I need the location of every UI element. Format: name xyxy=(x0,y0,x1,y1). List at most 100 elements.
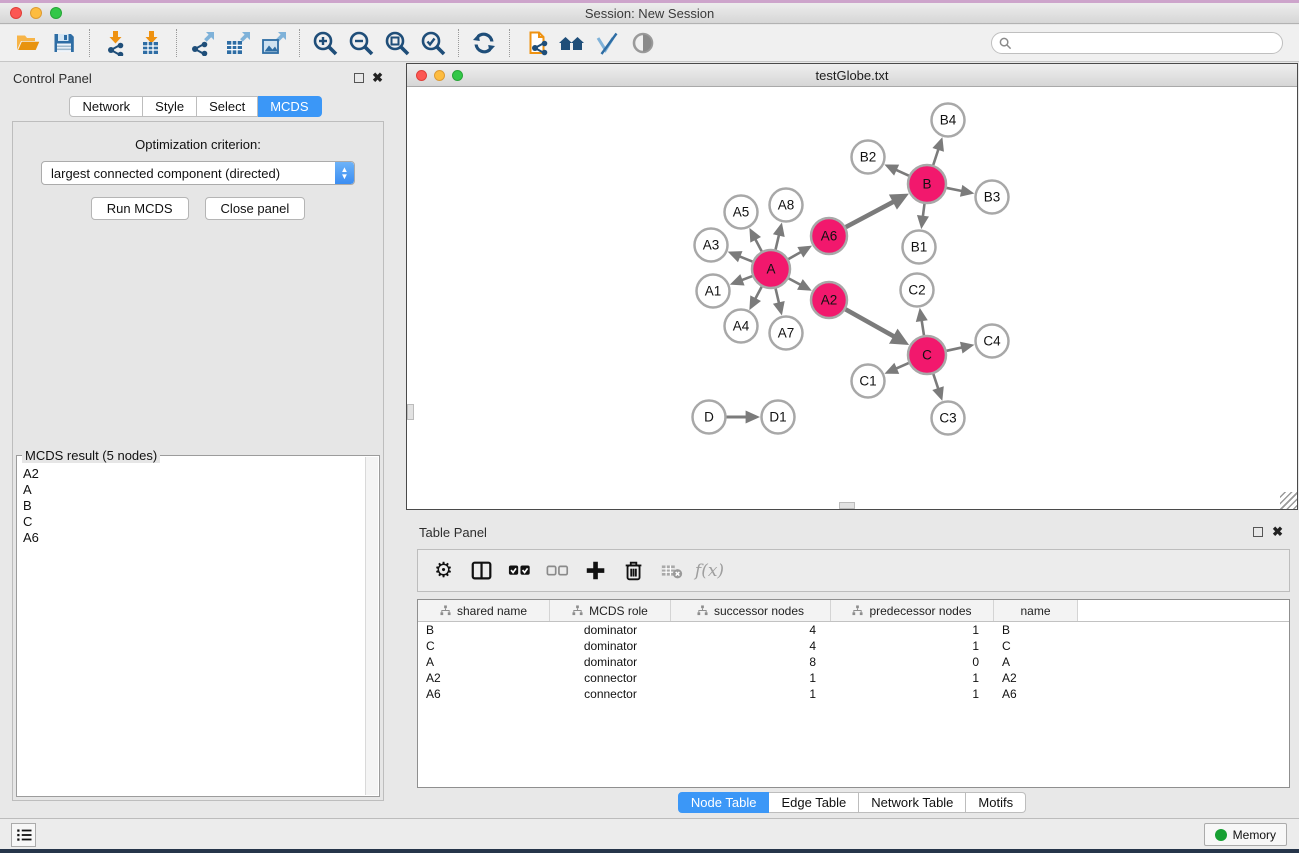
table-row[interactable]: A2connector11A2 xyxy=(418,670,1289,686)
tab-motifs[interactable]: Motifs xyxy=(966,792,1026,813)
mcds-result-item[interactable]: A2 xyxy=(18,466,365,482)
table-cell[interactable]: dominator xyxy=(550,639,671,653)
table-cell[interactable]: 0 xyxy=(831,655,994,669)
graph-node-A2[interactable]: A2 xyxy=(811,282,847,318)
mcds-result-item[interactable]: A xyxy=(18,482,365,498)
mcds-result-item[interactable]: A6 xyxy=(18,530,365,546)
graph-edge-A-A1[interactable] xyxy=(730,274,755,285)
graph-edge-A2-C[interactable] xyxy=(843,308,909,345)
table-cell[interactable]: A2 xyxy=(994,671,1078,685)
result-scrollbar[interactable] xyxy=(365,457,378,795)
graph-edge-A6-B[interactable] xyxy=(843,194,909,229)
table-cell[interactable]: dominator xyxy=(550,655,671,669)
zoom-selected-icon[interactable] xyxy=(415,28,451,58)
table-row[interactable]: A6connector11A6 xyxy=(418,686,1289,702)
add-column-icon[interactable] xyxy=(580,557,611,585)
graph-edge-D-D1[interactable] xyxy=(724,410,761,423)
graph-node-C[interactable]: C xyxy=(908,336,946,374)
column-header-shared-name[interactable]: shared name xyxy=(418,600,550,621)
zoom-out-icon[interactable] xyxy=(343,28,379,58)
graph-edge-A-A2[interactable] xyxy=(786,277,812,291)
table-cell[interactable]: A xyxy=(994,655,1078,669)
select-all-columns-icon[interactable] xyxy=(504,557,535,585)
graph-node-B[interactable]: B xyxy=(908,165,946,203)
export-table-icon[interactable] xyxy=(220,28,256,58)
tab-select[interactable]: Select xyxy=(197,96,258,117)
float-panel-icon[interactable] xyxy=(354,73,364,83)
graph-edge-B-B3[interactable] xyxy=(944,185,975,197)
table-cell[interactable]: A2 xyxy=(418,671,550,685)
table-cell[interactable]: 4 xyxy=(671,623,831,637)
graph-node-D1[interactable]: D1 xyxy=(762,401,795,434)
close-panel-icon[interactable]: ✖ xyxy=(372,72,383,84)
table-cell[interactable]: connector xyxy=(550,687,671,701)
left-toolbar-handle[interactable] xyxy=(407,404,414,420)
column-view-icon[interactable] xyxy=(466,557,497,585)
graph-node-A7[interactable]: A7 xyxy=(770,317,803,350)
table-cell[interactable]: 1 xyxy=(831,639,994,653)
table-cell[interactable]: 1 xyxy=(831,671,994,685)
graph-edge-C-C1[interactable] xyxy=(884,362,911,374)
table-cell[interactable]: C xyxy=(994,639,1078,653)
table-cell[interactable]: connector xyxy=(550,671,671,685)
network-close-button[interactable] xyxy=(416,70,427,81)
task-history-button[interactable] xyxy=(11,823,36,847)
export-network-icon[interactable] xyxy=(184,28,220,58)
minimize-window-button[interactable] xyxy=(30,7,42,19)
graph-edge-A-A8[interactable] xyxy=(773,223,785,253)
graph-edge-A-A4[interactable] xyxy=(749,284,763,310)
column-header-predecessor-nodes[interactable]: predecessor nodes xyxy=(831,600,994,621)
graph-node-D[interactable]: D xyxy=(693,401,726,434)
export-image-icon[interactable] xyxy=(256,28,292,58)
zoom-window-button[interactable] xyxy=(50,7,62,19)
import-table-icon[interactable] xyxy=(133,28,169,58)
graph-node-A4[interactable]: A4 xyxy=(725,310,758,343)
graph-node-C4[interactable]: C4 xyxy=(976,325,1009,358)
tab-network-table[interactable]: Network Table xyxy=(859,792,966,813)
network-canvas[interactable]: AA1A2A3A4A5A6A7A8BB1B2B3B4CC1C2C3C4DD1 xyxy=(407,87,1297,509)
criterion-select[interactable]: largest connected component (directed) ▲… xyxy=(41,161,355,185)
graph-node-B4[interactable]: B4 xyxy=(932,104,965,137)
graph-node-A[interactable]: A xyxy=(752,250,790,288)
zoom-in-icon[interactable] xyxy=(307,28,343,58)
graph-edge-B-B1[interactable] xyxy=(917,201,929,229)
graph-node-C1[interactable]: C1 xyxy=(852,365,885,398)
table-cell[interactable]: 4 xyxy=(671,639,831,653)
tab-edge-table[interactable]: Edge Table xyxy=(769,792,859,813)
home-icon[interactable] xyxy=(553,28,589,58)
search-input[interactable] xyxy=(1012,35,1275,51)
table-cell[interactable]: B xyxy=(994,623,1078,637)
graph-node-B1[interactable]: B1 xyxy=(903,231,936,264)
table-row[interactable]: Adominator80A xyxy=(418,654,1289,670)
table-cell[interactable]: C xyxy=(418,639,550,653)
column-header-MCDS-role[interactable]: MCDS role xyxy=(550,600,671,621)
graph-edge-C-C4[interactable] xyxy=(944,342,975,354)
hide-details-icon[interactable] xyxy=(589,28,625,58)
zoom-fit-icon[interactable] xyxy=(379,28,415,58)
mcds-result-item[interactable]: C xyxy=(18,514,365,530)
graph-node-B2[interactable]: B2 xyxy=(852,141,885,174)
table-row[interactable]: Bdominator41B xyxy=(418,622,1289,638)
settings-icon[interactable]: ⚙ xyxy=(428,557,459,585)
run-mcds-button[interactable]: Run MCDS xyxy=(91,197,189,220)
table-close-panel-icon[interactable]: ✖ xyxy=(1272,526,1283,538)
graph-node-A5[interactable]: A5 xyxy=(725,196,758,229)
table-cell[interactable]: A xyxy=(418,655,550,669)
network-minimize-button[interactable] xyxy=(434,70,445,81)
graph-node-A3[interactable]: A3 xyxy=(695,229,728,262)
column-header-name[interactable]: name xyxy=(994,600,1078,621)
import-network-icon[interactable] xyxy=(97,28,133,58)
tab-style[interactable]: Style xyxy=(143,96,197,117)
close-panel-button[interactable]: Close panel xyxy=(205,197,306,220)
tab-node-table[interactable]: Node Table xyxy=(678,792,770,813)
unselect-all-columns-icon[interactable] xyxy=(542,557,573,585)
table-cell[interactable]: 1 xyxy=(831,623,994,637)
table-cell[interactable]: A6 xyxy=(418,687,550,701)
graph-edge-A-A7[interactable] xyxy=(773,286,785,316)
network-zoom-button[interactable] xyxy=(452,70,463,81)
toggle-bird-eye-icon[interactable] xyxy=(625,28,661,58)
graph-edge-B-B4[interactable] xyxy=(932,137,944,168)
refresh-layout-icon[interactable] xyxy=(466,28,502,58)
mcds-result-item[interactable]: B xyxy=(18,498,365,514)
table-cell[interactable]: 1 xyxy=(671,687,831,701)
